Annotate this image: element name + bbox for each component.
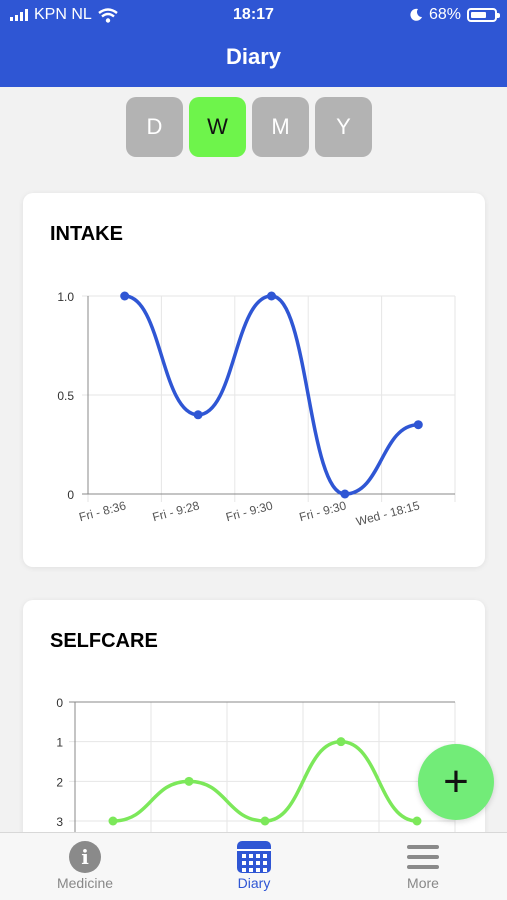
y-tick-label: 2 [56,775,63,789]
selfcare-data-point [260,816,270,826]
intake-data-point [120,291,130,301]
tab-medicine-label: Medicine [56,875,114,891]
intake-card: INTAKE 1.0 0.5 0 Fri - 8:36 Fri - 9:28 Fri - … [23,193,485,567]
selfcare-card: SELFCARE 0123 [23,600,485,860]
add-entry-button[interactable]: + [418,744,494,820]
selfcare-data-point [336,737,346,747]
calendar-icon [237,841,271,873]
diary-screen: KPN NL 18:17 68% Diary D W M Y INTAKE 1.… [0,0,507,900]
x-tick-label: Wed - 18:15 [355,498,422,528]
tab-diary[interactable]: Diary [194,839,314,891]
y-tick-label: 0 [67,488,74,502]
intake-data-point [413,420,423,430]
intake-data-point [340,489,350,499]
y-tick-label: 1.0 [57,290,74,304]
y-tick-label: 0.5 [57,389,74,403]
x-tick-label: Fri - 9:30 [298,498,348,524]
menu-icon [407,845,439,869]
selfcare-data-point [412,816,422,826]
selfcare-chart: 0 1 2 3 [56,696,456,860]
x-tick-label: Fri - 9:28 [151,498,201,524]
battery-percent: 68% [428,6,461,23]
period-week-button[interactable]: W [189,97,246,157]
x-tick-label: Fri - 9:30 [224,498,274,524]
y-tick-label: 0 [56,696,63,710]
y-tick-label: 1 [56,736,63,750]
y-tick-label: 3 [56,815,63,829]
tab-diary-label: Diary [237,875,271,891]
bottom-tab-bar: i Medicine Diary More [0,832,507,900]
tab-more[interactable]: More [363,839,483,891]
x-tick-label: Fri - 8:36 [77,498,127,524]
tab-medicine[interactable]: i Medicine [25,839,145,891]
period-day-button[interactable]: D [126,97,183,157]
period-year-button[interactable]: Y [315,97,372,157]
intake-chart: 1.0 0.5 0Fri - 8:36 Fri - 9:28 Fri - 9:30 Fri… [57,290,456,529]
battery-icon [467,8,500,22]
period-toggle: D W M Y [126,97,372,157]
selfcare-data-point [108,816,118,826]
plus-icon: + [443,757,469,806]
selfcare-data-point [184,776,194,786]
tab-more-label: More [407,875,439,891]
period-month-button[interactable]: M [252,97,309,157]
app-header: KPN NL 18:17 68% Diary [0,0,507,87]
info-icon: i [69,841,101,873]
battery-level [471,12,486,18]
intake-data-point [267,291,276,301]
intake-data-point [193,410,203,420]
status-bar: KPN NL 18:17 68% [0,0,507,30]
page-title: Diary [225,44,282,69]
moon-icon [410,8,422,21]
